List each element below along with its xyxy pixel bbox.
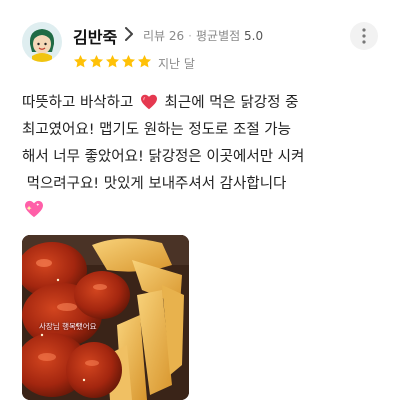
avatar-illustration	[22, 22, 62, 62]
review-text-part1: 따뜻하고 바삭하고	[22, 95, 138, 111]
star-icon	[74, 54, 87, 68]
more-options-button[interactable]	[350, 22, 378, 50]
sparkling-heart-icon	[25, 200, 43, 218]
star-icon	[138, 54, 151, 68]
reviewer-name[interactable]: 김반죽	[73, 24, 117, 48]
reviewer-meta: 리뷰 26 · 평균별점 5.0	[143, 27, 263, 44]
star-icon	[90, 54, 103, 68]
star-icon	[122, 54, 135, 68]
more-vertical-icon	[362, 28, 366, 44]
separator-dot: ·	[188, 29, 192, 43]
avg-rating-label: 평균별점	[196, 29, 241, 43]
review-text: 따뜻하고 바삭하고 최근에 먹은 닭강정 중 최고였어요! 맵기도 원하는 정도…	[22, 90, 382, 225]
star-rating	[73, 54, 152, 69]
review-date: 지난 달	[158, 57, 195, 71]
chevron-right-icon[interactable]	[122, 25, 136, 43]
fried-chicken-photo	[22, 235, 189, 400]
photo-caption: 사장님 행복했어요	[39, 322, 97, 331]
reviewer-avatar[interactable]	[22, 22, 62, 62]
avg-rating-value: 5.0	[244, 29, 264, 43]
red-heart-icon	[140, 94, 157, 110]
star-icon	[106, 54, 119, 68]
review-count: 리뷰 26	[143, 29, 185, 43]
review-photo[interactable]: 사장님 행복했어요	[22, 235, 189, 400]
